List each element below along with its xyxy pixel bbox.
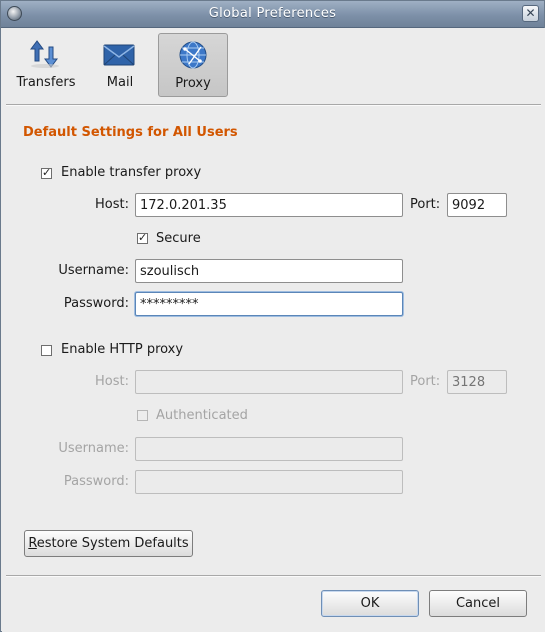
- preferences-window: Global Preferences ✕ Transfers Mail Prox…: [0, 0, 545, 632]
- enable-transfer-proxy-checkbox[interactable]: [41, 166, 52, 180]
- globe-network-icon: [179, 41, 207, 69]
- tab-label: Transfers: [16, 75, 76, 90]
- enable-http-proxy-checkbox[interactable]: [41, 345, 52, 356]
- transfer-arrows-icon: [30, 40, 59, 68]
- port-field[interactable]: [447, 193, 507, 217]
- username-label: Username:: [58, 263, 129, 278]
- tab-label: Proxy: [175, 76, 211, 91]
- tab-proxy[interactable]: Proxy: [158, 33, 228, 97]
- password-field[interactable]: [135, 292, 403, 316]
- host-field[interactable]: [135, 193, 403, 217]
- password-label: Password:: [63, 296, 129, 311]
- cancel-button[interactable]: Cancel: [429, 590, 527, 617]
- authenticated-label[interactable]: Authenticated: [156, 408, 248, 423]
- secure-checkbox[interactable]: [137, 231, 148, 245]
- secure-label[interactable]: Secure: [156, 231, 201, 246]
- enable-transfer-proxy-label[interactable]: Enable transfer proxy: [61, 165, 201, 180]
- http-password-label: Password:: [63, 474, 129, 489]
- username-field[interactable]: [135, 259, 403, 283]
- http-password-field[interactable]: [135, 470, 403, 494]
- window-title: Global Preferences: [208, 6, 337, 21]
- enable-http-proxy-label[interactable]: Enable HTTP proxy: [61, 342, 183, 357]
- http-username-label: Username:: [58, 441, 129, 456]
- tab-mail[interactable]: Mail: [85, 33, 155, 97]
- title-bar[interactable]: Global Preferences ✕: [1, 1, 544, 28]
- tab-label: Mail: [106, 75, 134, 90]
- http-username-field[interactable]: [135, 437, 403, 461]
- close-button[interactable]: ✕: [522, 5, 539, 22]
- mail-envelope-icon: [103, 44, 135, 66]
- tabs-divider: [6, 104, 541, 106]
- http-host-field[interactable]: [135, 370, 403, 394]
- host-label: Host:: [95, 197, 129, 212]
- dialog-content: Transfers Mail Proxy Default Settings fo…: [2, 28, 545, 632]
- http-port-field[interactable]: [447, 370, 507, 394]
- tab-transfers[interactable]: Transfers: [11, 33, 81, 97]
- section-title: Default Settings for All Users: [23, 125, 238, 140]
- http-host-label: Host:: [95, 374, 129, 389]
- footer-divider: [6, 575, 541, 577]
- ok-button[interactable]: OK: [321, 590, 419, 617]
- port-label: Port:: [410, 197, 441, 212]
- close-icon: ✕: [525, 6, 536, 20]
- restore-defaults-button[interactable]: Restore System Defaults: [24, 530, 193, 557]
- authenticated-checkbox[interactable]: [137, 410, 148, 421]
- http-port-label: Port:: [410, 374, 441, 389]
